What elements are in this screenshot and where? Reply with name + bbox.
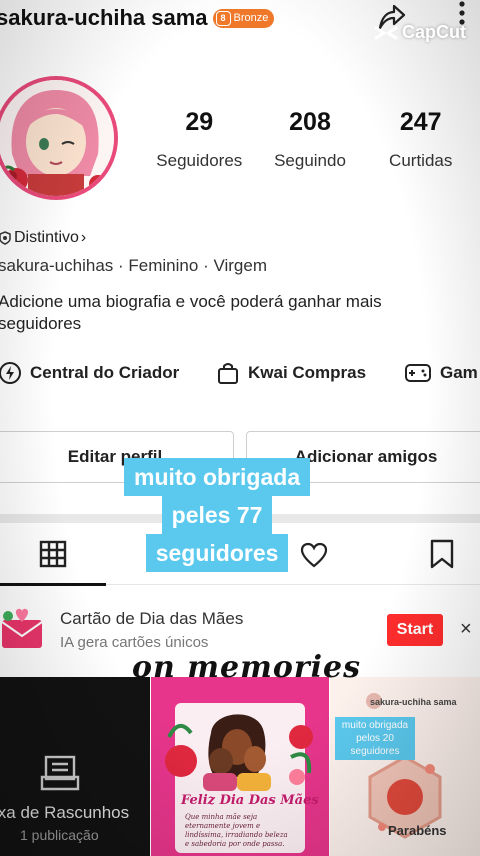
gamepad-icon <box>405 364 431 382</box>
card-title: Feliz Dia Das Mães <box>181 793 319 808</box>
profile-gender: Feminino <box>128 256 199 275</box>
separator-dot: · <box>118 256 129 275</box>
capcut-watermark: CapCut <box>374 22 466 43</box>
distintivo-label: Distintivo <box>14 229 79 246</box>
stat-value: 208 <box>289 108 331 136</box>
drafts-thumbnail[interactable]: ixa de Rascunhos 1 publicação <box>0 677 150 856</box>
stat-followers[interactable]: 29 Seguidores <box>140 108 259 171</box>
shortcut-row: Central do Criador Kwai Compras Gam <box>0 361 478 385</box>
profile-bio[interactable]: Adicione uma biografia e você poderá gan… <box>0 291 438 335</box>
shortcut-label: Kwai Compras <box>248 363 367 382</box>
bookmark-icon[interactable] <box>429 539 455 569</box>
shopping-bag-icon <box>218 363 238 384</box>
capcut-label: CapCut <box>402 22 466 42</box>
shortcut-label: Gam <box>440 363 478 382</box>
profile-stats: 29 Seguidores 208 Seguindo 247 Curtidas <box>140 108 480 171</box>
drafts-title: ixa de Rascunhos <box>0 803 130 822</box>
promo-start-button[interactable]: Start <box>387 614 443 646</box>
caption-line: peles 77 <box>161 496 273 534</box>
avatar[interactable] <box>0 76 118 200</box>
active-tab-underline <box>0 583 106 586</box>
video-caption-overlay: muito obrigada peles 77 seguidores <box>124 458 311 572</box>
caption-line: muito obrigada <box>124 458 311 496</box>
thanks-post-thumbnail[interactable]: sakura-uchiha sama muito obrigada pelos … <box>330 677 480 856</box>
chevron-right-icon: › <box>80 229 87 246</box>
congrats-label: Parabéns <box>388 823 447 838</box>
stat-value: 29 <box>185 108 214 136</box>
profile-handle: sakura-uchihas <box>0 256 114 275</box>
badge-label: Bronze <box>233 12 269 24</box>
promo-title: Cartão de Dia das Mães <box>60 609 244 628</box>
shortcut-label: Central do Criador <box>30 363 180 382</box>
profile-sign: Virgem <box>213 256 267 275</box>
shortcut-creator-center[interactable]: Central do Criador <box>0 361 216 385</box>
avatar-anime-girl-icon <box>0 80 114 196</box>
drafts-count: 1 publicação <box>20 827 99 843</box>
distintivo-link[interactable]: Distintivo › <box>0 229 86 247</box>
post-grid: ixa de Rascunhos 1 publicação Feliz Dia … <box>0 677 480 856</box>
grid-icon <box>39 540 67 568</box>
profile-info-line: sakura-uchihas · Feminino · Virgem <box>0 256 267 276</box>
mini-username: sakura-uchiha sama <box>370 697 457 707</box>
memories-overlay-text: on memories <box>132 650 362 685</box>
mothers-day-post-thumbnail[interactable]: Feliz Dia Das Mães Que minha mãe seja et… <box>151 677 329 856</box>
promo-subtitle: IA gera cartões únicos <box>60 634 209 651</box>
drafts-box-icon <box>40 755 80 791</box>
stat-label: Curtidas <box>389 151 453 170</box>
close-icon[interactable]: × <box>460 618 472 641</box>
stat-value: 247 <box>399 108 442 136</box>
badge-outline-icon <box>0 231 11 245</box>
stat-label: Seguindo <box>274 151 346 170</box>
shortcut-kwai-shop[interactable]: Kwai Compras <box>216 361 404 385</box>
username: sakura-uchiha sama <box>0 5 208 30</box>
lightning-icon <box>0 362 21 384</box>
card-text: Que minha mãe seja eternamente jovem e l… <box>185 813 288 848</box>
separator-dot: · <box>203 256 214 275</box>
stat-label: Seguidores <box>156 151 243 170</box>
caption-line: seguidores <box>145 534 289 572</box>
bronze-badge[interactable]: 8 Bronze <box>212 8 275 28</box>
tab-posts[interactable] <box>0 523 106 586</box>
capcut-logo-icon <box>374 26 398 39</box>
stat-likes[interactable]: 247 Curtidas <box>361 108 480 171</box>
shortcut-games[interactable]: Gam <box>404 361 478 385</box>
mini-caption: muito obrigada pelos 20 seguidores <box>335 717 415 760</box>
envelope-heart-icon <box>1 608 43 648</box>
badge-icon: 8 <box>215 10 231 26</box>
stat-following[interactable]: 208 Seguindo <box>259 108 362 171</box>
